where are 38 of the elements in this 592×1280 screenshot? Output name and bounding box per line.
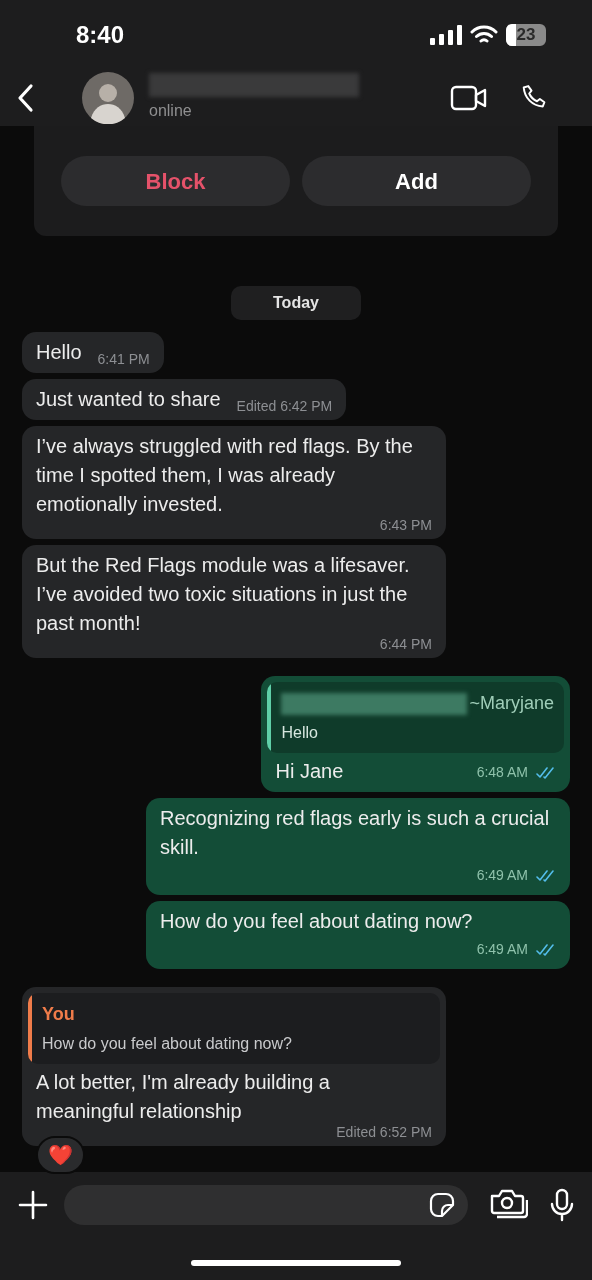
message-time: Edited 6:42 PM (236, 398, 333, 414)
message-input-field[interactable] (64, 1185, 468, 1225)
message-text: How do you feel about dating now? (160, 909, 473, 934)
message-time: 6:44 PM (379, 636, 432, 652)
message-text: A lot better, I'm already building a meaningful relationship (36, 1070, 331, 1124)
read-receipt-icon (536, 943, 556, 956)
add-icon[interactable] (18, 1190, 48, 1220)
message-text: Recognizing red flags early is such a crucial skill. (160, 806, 551, 860)
message-time: Edited 6:52 PM (336, 1124, 432, 1140)
message-time: 6:41 PM (97, 351, 150, 367)
quote-text: How do you feel about dating now? (42, 1034, 293, 1054)
read-receipt-icon (536, 766, 556, 779)
contact-action-button[interactable]: Block (61, 156, 290, 206)
signal-icon (430, 25, 462, 45)
message-text: But the Red Flags module was a lifesaver. I’ve avoided two toxic situations in just the past month! (36, 553, 411, 636)
message-time: 6:43 PM (379, 517, 432, 533)
read-receipt-icon (536, 869, 556, 882)
contact-status: online (149, 101, 193, 121)
wifi-icon (470, 25, 498, 45)
date-chip: Today (231, 286, 361, 320)
message-text: Hi Jane (275, 759, 344, 784)
quote-author: ~Maryjane (469, 692, 554, 715)
microphone-icon[interactable] (550, 1188, 574, 1222)
avatar[interactable] (82, 72, 134, 124)
sticker-icon[interactable] (428, 1191, 456, 1219)
contact-action-button[interactable]: Add (302, 156, 531, 206)
message-time: 6:49 AM (476, 866, 528, 883)
status-time: 8:40 (76, 20, 125, 50)
message-text: I’ve always struggled with red flags. By the time I spotted them, I was already emotionally invested. (36, 434, 414, 517)
battery-indicator: 23 (506, 24, 546, 46)
quote-text: Hello (281, 723, 319, 743)
message-time: 6:48 AM (476, 763, 528, 780)
message-time: 6:49 AM (476, 940, 528, 957)
message-text: Hello (36, 340, 82, 365)
video-call-icon[interactable] (450, 85, 488, 111)
message-text: Just wanted to share (36, 387, 221, 412)
reaction-badge[interactable]: ❤ (36, 1136, 85, 1174)
quote-author: You (42, 1003, 75, 1026)
